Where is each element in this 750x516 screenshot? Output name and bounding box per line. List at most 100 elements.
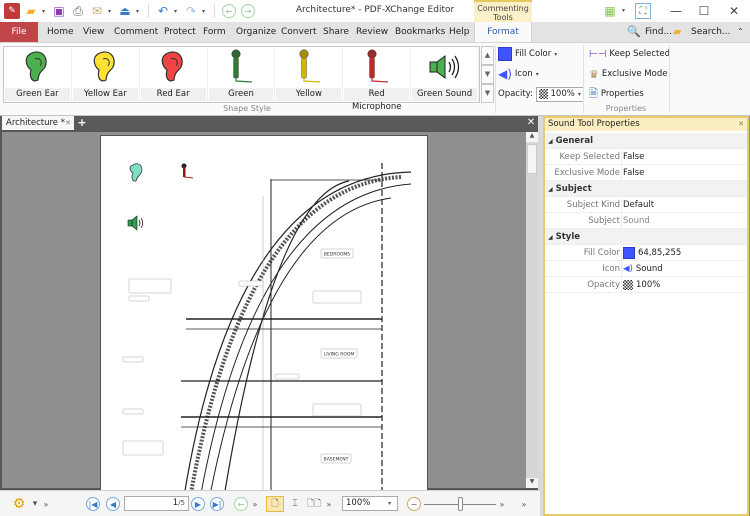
property-value-text: Sound (623, 216, 650, 226)
property-row-icon[interactable]: Icon ◀) Sound (545, 261, 747, 277)
exclusive-mode-label: Exclusive Mode (601, 69, 668, 79)
previous-view-button[interactable]: ← (234, 496, 248, 512)
property-value[interactable]: Default (623, 197, 654, 213)
tab-view[interactable]: View (83, 22, 104, 42)
gallery-expand-button[interactable]: ▼ (481, 84, 494, 103)
overflow-chevrons-icon[interactable]: » (498, 496, 506, 512)
opacity-value: 100% (550, 88, 575, 99)
property-category-subject[interactable]: ◢ Subject (545, 181, 747, 197)
close-button[interactable]: ✕ (718, 0, 750, 22)
property-value-text: 100% (636, 280, 661, 290)
new-tab-button[interactable]: + (76, 116, 88, 130)
tab-bookmarks[interactable]: Bookmarks (395, 22, 445, 42)
fullscreen-icon[interactable]: ⛶ (635, 3, 651, 19)
overflow-chevrons-icon[interactable]: » (520, 496, 528, 512)
exclusive-mode-button[interactable]: ♛ Exclusive Mode (589, 66, 667, 82)
gallery-scroll-up-button[interactable]: ▲ (481, 46, 494, 65)
property-row-keep-selected[interactable]: Keep Selected False (545, 149, 747, 165)
search-button[interactable]: Search... (691, 22, 731, 42)
property-value[interactable]: 100% (623, 277, 660, 293)
microphone-icon (343, 49, 410, 85)
close-document-icon[interactable]: ✕ (525, 116, 537, 130)
tab-format[interactable]: Format (474, 22, 532, 43)
settings-gear-icon[interactable]: ⚙ (8, 496, 30, 512)
vertical-scrollbar[interactable]: ▲ ▼ (526, 132, 538, 488)
maximize-button[interactable]: ☐ (688, 0, 720, 22)
first-page-button[interactable]: |◀ (86, 496, 100, 512)
gallery-item-green-ear[interactable]: Green Ear (4, 47, 72, 102)
tab-convert[interactable]: Convert (281, 22, 317, 42)
gallery-item-yellow[interactable]: Yellow (275, 47, 344, 102)
tab-organize[interactable]: Organize (236, 22, 276, 42)
chevron-down-icon: ▾ (554, 50, 558, 58)
property-row-subject[interactable]: Subject Sound (545, 213, 747, 229)
settings-dropdown-icon[interactable]: ▾ (32, 496, 38, 512)
file-menu-button[interactable]: File (0, 22, 38, 42)
overflow-chevrons-icon[interactable]: » (42, 496, 50, 512)
search-folder-icon[interactable]: ▰ (673, 22, 681, 42)
ribbon: Green Ear Yellow Ear Red Ear Green Yellow Red… (0, 42, 750, 116)
close-tab-icon[interactable]: ✕ (65, 116, 71, 130)
collapse-triangle-icon[interactable]: ◢ (548, 186, 553, 193)
tab-home[interactable]: Home (47, 22, 74, 42)
property-row-exclusive-mode[interactable]: Exclusive Mode False (545, 165, 747, 181)
single-page-view-button[interactable]: 🗋 (266, 496, 284, 512)
scroll-up-icon[interactable]: ▲ (526, 132, 538, 142)
find-button[interactable]: Find... (645, 22, 672, 42)
keep-selected-button[interactable]: ⊢⊣ Keep Selected (589, 46, 670, 62)
property-category-style[interactable]: ◢ Style (545, 229, 747, 245)
property-value-text: Sound (635, 264, 663, 274)
overflow-chevrons-icon[interactable]: » (325, 496, 333, 512)
property-row-opacity[interactable]: Opacity 100% (545, 277, 747, 293)
previous-page-button[interactable]: ◀ (106, 496, 120, 512)
tab-comment[interactable]: Comment (114, 22, 158, 42)
property-row-subject-kind[interactable]: Subject Kind Default (545, 197, 747, 213)
zoom-slider-thumb[interactable] (458, 497, 463, 511)
page-number-input[interactable]: 1/5 (124, 496, 189, 511)
zoom-slider[interactable] (424, 496, 496, 512)
find-icon[interactable]: 🔍 (627, 22, 641, 42)
tab-protect[interactable]: Protect (164, 22, 196, 42)
collapse-triangle-icon[interactable]: ◢ (548, 234, 553, 241)
continuous-view-button[interactable]: ⌶ (288, 496, 302, 512)
gallery-item-red-microphone[interactable]: Red Microphone (343, 47, 412, 112)
scroll-thumb[interactable] (527, 144, 537, 174)
scroll-down-icon[interactable]: ▼ (526, 478, 538, 488)
tab-share[interactable]: Share (323, 22, 349, 42)
last-page-button[interactable]: ▶| (210, 496, 224, 512)
icon-button[interactable]: ◀) Icon ▾ (498, 66, 542, 82)
column-divider (621, 149, 622, 165)
zoom-out-button[interactable]: − (407, 496, 421, 512)
property-value[interactable]: Sound (623, 213, 650, 229)
gallery-item-green-sound[interactable]: Green Sound (411, 47, 480, 102)
next-page-button[interactable]: ▶ (191, 496, 205, 512)
tab-form[interactable]: Form (203, 22, 226, 42)
tab-help[interactable]: Help (449, 22, 470, 42)
zoom-level-dropdown[interactable]: 100% ▾ (342, 496, 398, 511)
overflow-chevrons-icon[interactable]: » (251, 496, 259, 512)
property-row-fill-color[interactable]: Fill Color 64,85,255 (545, 245, 747, 261)
collapse-triangle-icon[interactable]: ◢ (548, 138, 553, 145)
gallery-item-yellow-ear[interactable]: Yellow Ear (72, 47, 140, 102)
ui-options-icon[interactable]: ▦ (602, 3, 618, 19)
property-category-general[interactable]: ◢ General (545, 133, 747, 149)
ui-options-dropdown-icon[interactable]: ▾ (622, 7, 628, 14)
speaker-icon: ◀) (498, 67, 512, 81)
gallery-item-green[interactable]: Green (208, 47, 276, 102)
close-panel-icon[interactable]: ✕ (738, 118, 744, 131)
fill-color-button[interactable]: Fill Color ▾ (498, 46, 560, 62)
pdf-page[interactable]: BEDROOMS LIVING ROOM BASEMENT (100, 135, 428, 516)
gallery-scroll-down-button[interactable]: ▼ (481, 65, 494, 84)
facing-pages-button[interactable]: 🗋🗋 (305, 496, 323, 512)
keep-selected-icon: ⊢⊣ (589, 48, 607, 60)
property-value[interactable]: 64,85,255 (623, 245, 681, 261)
document-tab[interactable]: Architecture * ✕ (2, 116, 74, 130)
collapse-ribbon-icon[interactable]: ⌃ (737, 22, 744, 42)
gallery-item-red-ear[interactable]: Red Ear (140, 47, 208, 102)
property-value[interactable]: False (623, 165, 644, 181)
opacity-dropdown[interactable]: 100% ▾ (535, 86, 584, 102)
tab-review[interactable]: Review (356, 22, 388, 42)
property-value[interactable]: False (623, 149, 644, 165)
property-value[interactable]: ◀) Sound (623, 261, 663, 277)
properties-button[interactable]: 🗎 Properties (589, 86, 644, 102)
